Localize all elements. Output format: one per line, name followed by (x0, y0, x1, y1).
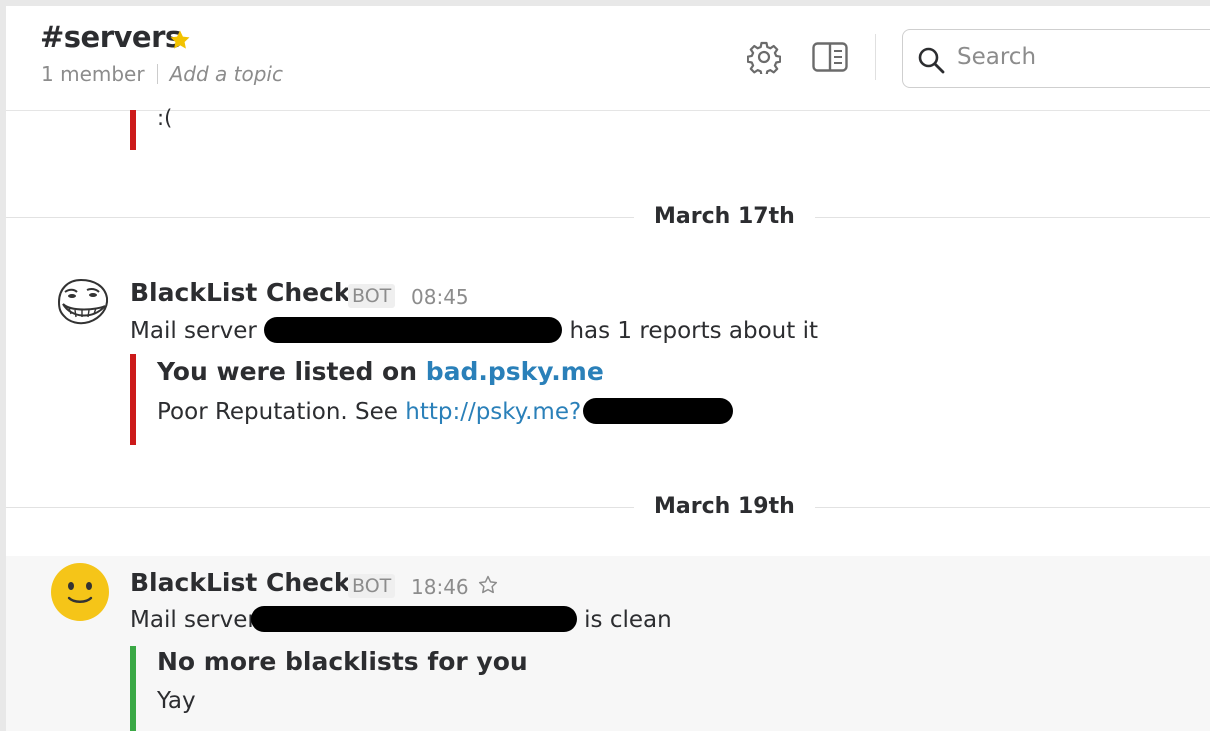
redacted-hostname (264, 317, 563, 343)
attachment-bar (130, 110, 136, 150)
redacted-link-part (583, 398, 734, 424)
day-label[interactable]: March 19th (634, 493, 815, 521)
timestamp[interactable]: 08:45 (411, 285, 469, 309)
message-text: Mail server is clean (130, 606, 672, 633)
day-label[interactable]: March 17th (634, 203, 815, 231)
attachment-bar (130, 354, 136, 445)
bot-badge: BOT (348, 574, 396, 598)
attachment-title-link[interactable]: bad.psky.me (426, 357, 604, 386)
member-count[interactable]: 1 member (41, 62, 145, 86)
message-text-prefix: Mail server (130, 607, 257, 633)
redacted-hostname (250, 606, 577, 632)
attachment-link[interactable]: http://psky.me? (405, 399, 581, 425)
message-text-suffix: is clean (584, 607, 672, 633)
sidebar-toggle-icon[interactable] (812, 42, 848, 72)
sender-name[interactable]: BlackList Checker (130, 568, 379, 597)
divider-line (6, 507, 1210, 508)
channel-meta: 1 member Add a topic (41, 62, 283, 86)
day-divider: March 19th (6, 493, 1210, 523)
timestamp[interactable]: 18:46 (411, 575, 469, 599)
message-item: BlackList Checker BOT 18:46 Mail server … (6, 556, 1210, 731)
message-text-prefix: Mail server (130, 318, 257, 344)
message-item: BlackList Checker BOT 08:45 Mail server … (6, 256, 1210, 456)
search-icon (918, 47, 945, 74)
attachment-text: :( (157, 106, 173, 130)
search-input[interactable]: Search (902, 29, 1210, 88)
add-topic-link[interactable]: Add a topic (170, 62, 283, 86)
message-text-suffix: has 1 reports about it (569, 318, 818, 344)
search-placeholder: Search (957, 44, 1037, 70)
gear-icon[interactable] (747, 40, 781, 74)
attachment-title-prefix: You were listed on (157, 357, 418, 386)
channel-header: #servers 1 member Add a topic Search (6, 6, 1210, 111)
attachment-bar (130, 646, 136, 731)
sender-name[interactable]: BlackList Checker (130, 278, 379, 307)
star-icon[interactable] (168, 28, 192, 52)
divider-line (6, 217, 1210, 218)
bot-badge: BOT (348, 284, 396, 308)
meta-separator (156, 64, 158, 84)
attachment-title: You were listed on bad.psky.me (157, 357, 604, 386)
day-divider: March 17th (6, 203, 1210, 233)
channel-name[interactable]: #servers (40, 20, 182, 54)
header-divider (875, 34, 876, 80)
attachment-text: Yay (157, 688, 196, 714)
message-text: Mail server has 1 reports about it (130, 317, 818, 344)
attachment-text: Poor Reputation. See http://psky.me? (157, 398, 734, 425)
smiley-avatar[interactable] (50, 562, 110, 622)
slack-window: #servers 1 member Add a topic Search:(… (6, 6, 1210, 731)
attachment-text-prefix: Poor Reputation. See (157, 399, 398, 425)
trollface-avatar[interactable] (51, 272, 111, 332)
attachment-title: No more blacklists for you (157, 647, 528, 676)
star-outline-icon[interactable] (477, 574, 499, 596)
